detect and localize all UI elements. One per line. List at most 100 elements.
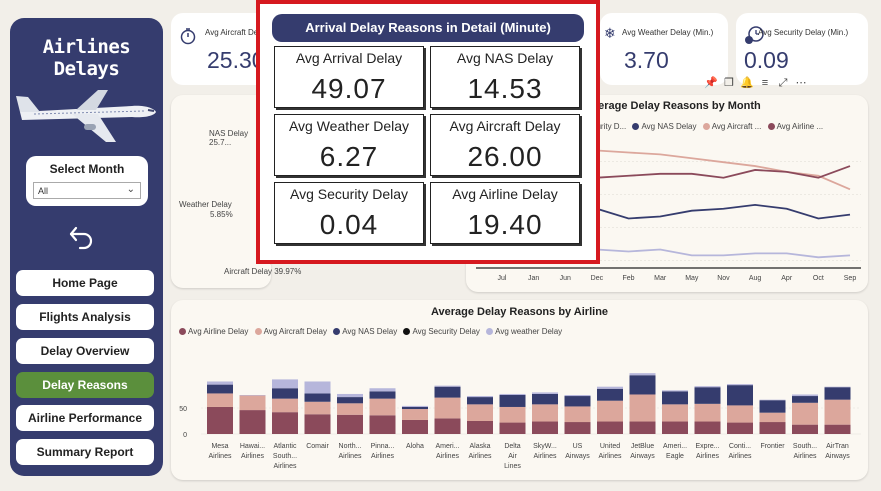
bar-segment-nas[interactable]	[532, 393, 558, 405]
bar-segment-weather[interactable]	[629, 373, 656, 376]
bar-segment-airline[interactable]	[499, 422, 526, 434]
bar-segment-weather[interactable]	[272, 379, 298, 389]
bar-segment-nas[interactable]	[792, 396, 818, 403]
bar-segment-aircraft[interactable]	[207, 393, 233, 407]
more-icon[interactable]: ⋯	[792, 76, 810, 89]
bar-segment-nas[interactable]	[759, 400, 786, 413]
bar-segment-nas[interactable]	[402, 406, 428, 410]
bar-segment-weather[interactable]	[207, 381, 233, 385]
x-tick-label: Airlines	[794, 453, 817, 460]
nav-delay-reasons[interactable]: Delay Reasons	[16, 372, 154, 398]
filter-icon[interactable]: ≡	[756, 77, 774, 89]
bar-segment-airline[interactable]	[662, 421, 688, 434]
bar-segment-aircraft[interactable]	[629, 394, 656, 422]
bar-segment-airline[interactable]	[337, 414, 363, 434]
bar-segment-aircraft[interactable]	[402, 409, 428, 420]
bar-segment-aircraft[interactable]	[272, 398, 298, 413]
bar-segment-aircraft[interactable]	[824, 399, 851, 425]
nav-airline-performance[interactable]: Airline Performance	[16, 405, 154, 431]
bar-segment-nas[interactable]	[824, 387, 851, 400]
nav-delay-overview[interactable]: Delay Overview	[16, 338, 154, 364]
copy-icon[interactable]: ❐	[720, 76, 738, 89]
back-arrow-icon[interactable]	[68, 224, 96, 250]
bar-segment-nas[interactable]	[564, 396, 591, 407]
detail-value: 0.04	[319, 209, 379, 240]
bell-icon[interactable]: 🔔	[738, 76, 756, 89]
bar-segment-weather[interactable]	[337, 393, 363, 398]
bar-segment-airline[interactable]	[467, 421, 493, 434]
bar-segment-weather[interactable]	[824, 386, 851, 388]
pin-icon[interactable]: 📌	[702, 76, 720, 89]
bar-segment-weather[interactable]	[499, 393, 526, 395]
bar-segment-aircraft[interactable]	[662, 404, 688, 422]
bar-segment-aircraft[interactable]	[532, 404, 558, 422]
bar-segment-airline[interactable]	[824, 424, 851, 434]
bar-segment-aircraft[interactable]	[727, 405, 753, 423]
bar-segment-aircraft[interactable]	[467, 404, 493, 421]
bar-segment-nas[interactable]	[337, 397, 363, 404]
bar-segment-aircraft[interactable]	[597, 400, 623, 422]
bar-segment-airline[interactable]	[402, 419, 428, 434]
bar-segment-nas[interactable]	[272, 388, 298, 399]
bar-segment-weather[interactable]	[467, 396, 493, 398]
bar-segment-nas[interactable]	[207, 384, 233, 394]
bar-segment-aircraft[interactable]	[759, 412, 786, 423]
bar-segment-aircraft[interactable]	[792, 402, 818, 425]
bar-segment-airline[interactable]	[694, 421, 721, 434]
bar-segment-nas[interactable]	[629, 375, 656, 395]
bar-segment-airline[interactable]	[564, 422, 591, 434]
bar-segment-aircraft[interactable]	[694, 403, 721, 422]
month-select[interactable]: All ⌄	[33, 182, 141, 199]
x-tick-label: Hawai...	[240, 443, 265, 450]
bar-segment-airline[interactable]	[207, 406, 233, 434]
bar-segment-weather[interactable]	[239, 395, 266, 396]
bar-segment-aircraft[interactable]	[304, 401, 331, 415]
bar-segment-airline[interactable]	[272, 412, 298, 434]
bar-segment-nas[interactable]	[662, 391, 688, 405]
bar-segment-weather[interactable]	[564, 395, 591, 397]
bar-segment-weather[interactable]	[792, 394, 818, 397]
bar-segment-aircraft[interactable]	[434, 397, 461, 419]
bar-segment-weather[interactable]	[434, 385, 461, 387]
bar-segment-airline[interactable]	[759, 422, 786, 434]
bar-segment-aircraft[interactable]	[499, 406, 526, 423]
x-tick-label: Airlines	[339, 453, 362, 460]
bar-segment-weather[interactable]	[694, 386, 721, 388]
nav-home-page[interactable]: Home Page	[16, 270, 154, 296]
bar-segment-nas[interactable]	[304, 393, 331, 402]
bar-segment-nas[interactable]	[467, 397, 493, 405]
bar-segment-aircraft[interactable]	[564, 406, 591, 423]
bar-chart[interactable]: 0 50 Mesa Airlines Hawai... Airlines Atlantic S…	[171, 300, 868, 480]
bar-segment-weather[interactable]	[759, 399, 786, 401]
bar-segment-nas[interactable]	[597, 388, 623, 401]
bar-segment-weather[interactable]	[402, 405, 428, 407]
bar-segment-airline[interactable]	[239, 410, 266, 434]
bar-segment-weather[interactable]	[727, 384, 753, 386]
bar-segment-weather[interactable]	[369, 388, 396, 392]
nav-flights-analysis[interactable]: Flights Analysis	[16, 304, 154, 330]
bar-segment-airline[interactable]	[597, 421, 623, 434]
bar-segment-nas[interactable]	[369, 391, 396, 399]
bar-segment-airline[interactable]	[434, 418, 461, 434]
bar-segment-nas[interactable]	[694, 387, 721, 404]
x-tick-label: JetBlue	[631, 443, 654, 450]
bar-segment-nas[interactable]	[434, 386, 461, 398]
bar-segment-airline[interactable]	[369, 415, 396, 434]
bar-segment-weather[interactable]	[597, 386, 623, 389]
bar-segment-airline[interactable]	[792, 424, 818, 434]
bar-segment-nas[interactable]	[499, 395, 526, 407]
x-tick-label: AirTran	[826, 443, 849, 450]
expand-icon[interactable]: ⤢	[774, 77, 792, 90]
nav-summary-report[interactable]: Summary Report	[16, 439, 154, 465]
bar-segment-aircraft[interactable]	[369, 398, 396, 416]
bar-segment-aircraft[interactable]	[239, 395, 266, 411]
bar-segment-weather[interactable]	[532, 392, 558, 394]
bar-segment-airline[interactable]	[629, 421, 656, 434]
bar-segment-aircraft[interactable]	[337, 403, 363, 415]
bar-segment-airline[interactable]	[304, 414, 331, 434]
bar-segment-nas[interactable]	[727, 385, 753, 406]
bar-segment-weather[interactable]	[662, 390, 688, 392]
bar-segment-weather[interactable]	[304, 381, 331, 394]
bar-segment-airline[interactable]	[727, 422, 753, 434]
bar-segment-airline[interactable]	[532, 421, 558, 434]
